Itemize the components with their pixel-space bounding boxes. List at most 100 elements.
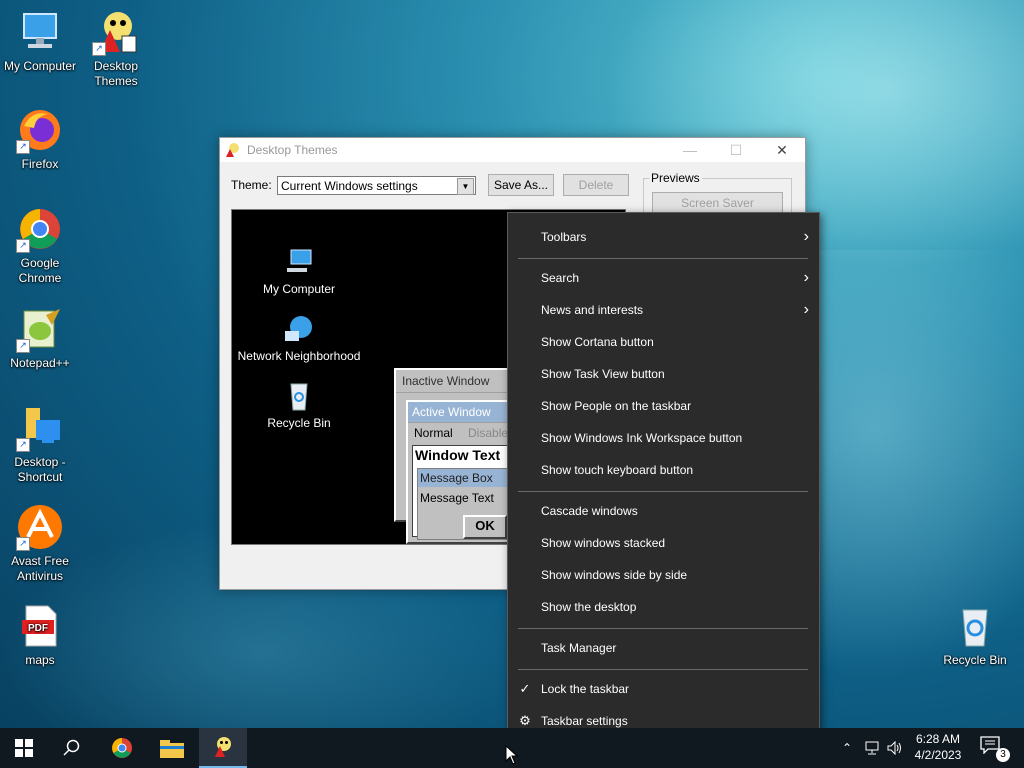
- menu-item-label: Show People on the taskbar: [541, 399, 692, 413]
- maximize-button[interactable]: ☐: [713, 142, 759, 159]
- theme-dropdown-value: Current Windows settings: [281, 179, 418, 193]
- menu-item-show-task-view-button[interactable]: Show Task View button: [508, 359, 819, 389]
- taskbar-context-menu[interactable]: Toolbars › Search › News and interests ›…: [507, 212, 820, 747]
- menu-item-show-the-desktop[interactable]: Show the desktop: [508, 592, 819, 622]
- desktop-icon-avast[interactable]: ↗ Avast Free Antivirus: [0, 503, 80, 584]
- menu-item-show-windows-side-by-side[interactable]: Show windows side by side: [508, 560, 819, 590]
- preview-menu-row: Normal Disabled: [408, 423, 523, 443]
- clock[interactable]: 6:28 AM 4/2/2023: [905, 731, 971, 763]
- shortcut-arrow-icon: ↗: [92, 42, 106, 56]
- theme-dropdown[interactable]: Current Windows settings ▼: [277, 176, 476, 195]
- menu-item-news-and-interests[interactable]: News and interests ›: [508, 295, 819, 325]
- menu-item-cascade-windows[interactable]: Cascade windows: [508, 496, 819, 526]
- menu-item-show-people[interactable]: Show People on the taskbar: [508, 391, 819, 421]
- menu-item-label: Show Cortana button: [541, 335, 654, 349]
- shortcut-arrow-icon: ↗: [16, 438, 30, 452]
- desktop-icon-label: Desktop - Shortcut: [14, 455, 66, 484]
- preview-window-text-area: Window Text Message Box Message Text OK: [412, 445, 529, 540]
- screen-saver-button[interactable]: Screen Saver: [652, 192, 783, 214]
- menu-item-label: Toolbars: [541, 230, 587, 244]
- desktop-icon-label: Desktop Themes: [93, 59, 139, 88]
- menu-item-toolbars[interactable]: Toolbars ›: [508, 222, 819, 252]
- recycle-bin-icon: [283, 380, 315, 412]
- menu-item-label: Show the desktop: [541, 600, 637, 614]
- start-button[interactable]: [0, 728, 48, 768]
- desktop-themes-icon: ↗: [92, 8, 140, 56]
- desktop-icon-label: Google Chrome: [18, 256, 62, 285]
- network-icon: [865, 741, 879, 755]
- menu-item-search[interactable]: Search ›: [508, 263, 819, 293]
- menu-item-label: News and interests: [541, 303, 644, 317]
- avast-icon: ↗: [16, 503, 64, 551]
- menu-separator: [518, 258, 808, 259]
- volume-control[interactable]: [885, 728, 905, 768]
- menu-item-lock-the-taskbar[interactable]: ✓ Lock the taskbar: [508, 674, 819, 704]
- window-text-label: Window Text: [415, 447, 501, 463]
- dropdown-arrow-icon[interactable]: ▼: [457, 178, 474, 195]
- shortcut-arrow-icon: ↗: [16, 140, 30, 154]
- chevron-right-icon: ›: [803, 269, 809, 286]
- chrome-icon: ↗: [16, 205, 64, 253]
- action-center-button[interactable]: 3: [980, 736, 1010, 762]
- desktop-themes-icon: [215, 737, 231, 757]
- menu-item-label: Show Task View button: [541, 367, 665, 381]
- search-button[interactable]: [48, 728, 96, 768]
- previews-label: Previews: [649, 171, 702, 185]
- checkmark-icon: ✓: [519, 681, 531, 696]
- taskbar-chrome[interactable]: [98, 728, 146, 768]
- window-titlebar[interactable]: Desktop Themes — ☐ ✕: [220, 138, 805, 162]
- pdf-file-icon: PDF: [16, 602, 64, 650]
- close-button[interactable]: ✕: [759, 142, 805, 159]
- desktop-icon-label: My Computer: [3, 59, 77, 73]
- minimize-button[interactable]: —: [667, 142, 713, 158]
- notification-count-badge: 3: [996, 748, 1010, 762]
- preview-inactive-window: Inactive Window Active Window Normal Dis…: [394, 368, 529, 544]
- menu-item-task-manager[interactable]: Task Manager: [508, 633, 819, 663]
- preview-icon-label: Network Neighborhood: [237, 349, 361, 363]
- show-hidden-icons-button[interactable]: ⌃: [838, 728, 856, 768]
- inactive-window-title: Inactive Window: [396, 370, 516, 393]
- clock-date: 4/2/2023: [914, 748, 962, 762]
- desktop-icon-notepad-plus-plus[interactable]: ↗ Notepad++: [0, 305, 80, 371]
- taskbar-file-explorer[interactable]: [148, 728, 196, 768]
- preview-icon-label: Recycle Bin: [267, 416, 331, 430]
- delete-button[interactable]: Delete: [563, 174, 629, 196]
- folder-icon: ↗: [16, 404, 64, 452]
- computer-icon: [283, 246, 315, 278]
- menu-item-show-touch-keyboard[interactable]: Show touch keyboard button: [508, 455, 819, 485]
- menu-item-label: Search: [541, 271, 580, 285]
- recycle-bin-icon: [951, 602, 999, 650]
- menu-item-label: Show windows side by side: [541, 568, 688, 582]
- desktop-icon-google-chrome[interactable]: ↗ Google Chrome: [0, 205, 80, 286]
- speaker-icon: [887, 741, 901, 755]
- clock-time: 6:28 AM: [915, 732, 961, 746]
- network-status[interactable]: [862, 728, 882, 768]
- chevron-right-icon: ›: [803, 228, 809, 245]
- desktop-icon-desktop-shortcut[interactable]: ↗ Desktop - Shortcut: [0, 404, 80, 485]
- shortcut-arrow-icon: ↗: [16, 537, 30, 551]
- desktop-icon-desktop-themes[interactable]: ↗ Desktop Themes: [76, 8, 156, 89]
- window-title: Desktop Themes: [247, 143, 338, 157]
- preview-icon-network-neighborhood: Network Neighborhood: [229, 313, 369, 363]
- menu-separator: [518, 669, 808, 670]
- menu-item-show-windows-ink[interactable]: Show Windows Ink Workspace button: [508, 423, 819, 453]
- taskbar-desktop-themes[interactable]: [199, 728, 247, 768]
- theme-label: Theme:: [231, 178, 272, 192]
- menu-item-label: Show windows stacked: [541, 536, 666, 550]
- desktop-icon-my-computer[interactable]: My Computer: [0, 8, 80, 74]
- shortcut-arrow-icon: ↗: [16, 339, 30, 353]
- menu-item-show-cortana-button[interactable]: Show Cortana button: [508, 327, 819, 357]
- desktop-icon-firefox[interactable]: ↗ Firefox: [0, 106, 80, 172]
- chevron-up-icon: ⌃: [841, 741, 853, 755]
- desktop-icon-label: maps: [25, 653, 55, 667]
- desktop-icon-maps[interactable]: PDF maps: [0, 602, 80, 668]
- desktop-icon-label: Firefox: [21, 157, 59, 171]
- desktop-icon-label: Avast Free Antivirus: [11, 554, 69, 583]
- preview-icon-my-computer: My Computer: [229, 246, 369, 296]
- save-as-button[interactable]: Save As...: [488, 174, 554, 196]
- chevron-right-icon: ›: [803, 301, 809, 318]
- menu-item-show-windows-stacked[interactable]: Show windows stacked: [508, 528, 819, 558]
- desktop-icon-recycle-bin[interactable]: Recycle Bin: [935, 602, 1015, 668]
- menu-separator: [518, 491, 808, 492]
- preview-icon-label: My Computer: [262, 282, 336, 296]
